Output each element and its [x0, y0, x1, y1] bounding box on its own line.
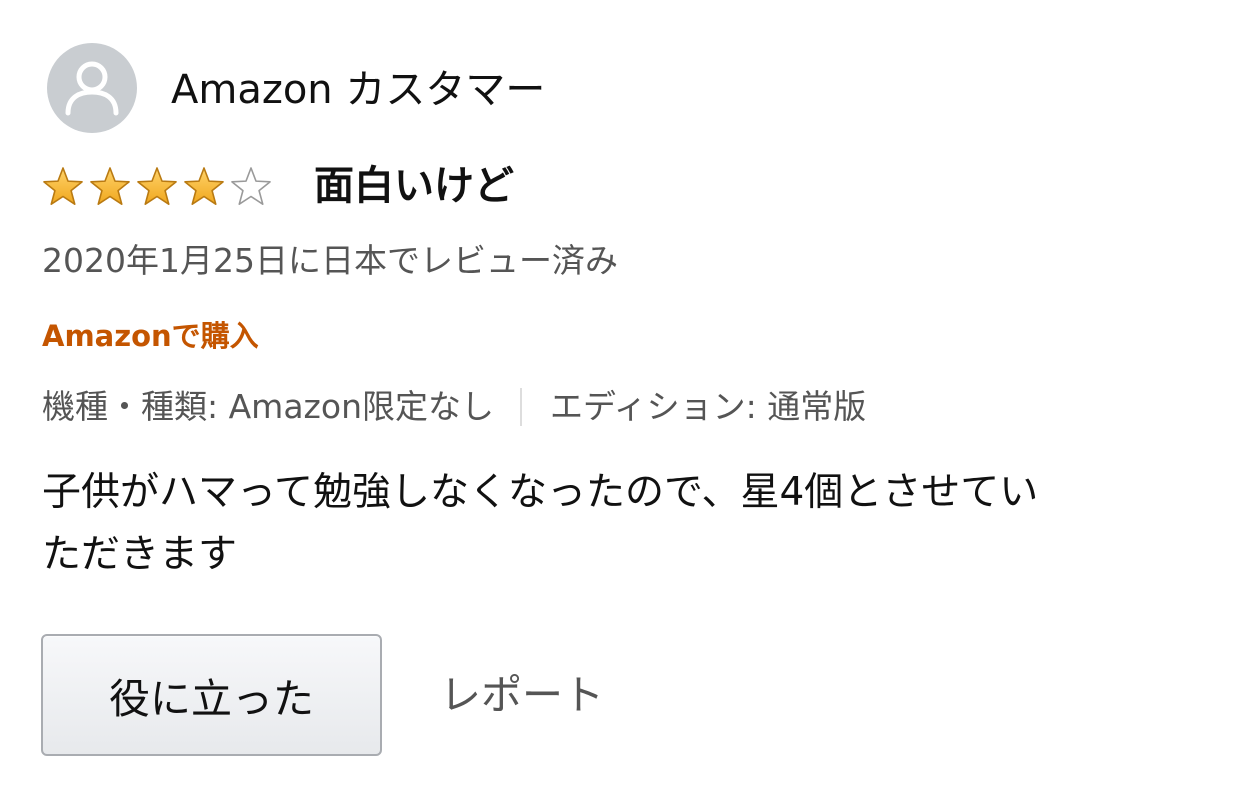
verified-purchase-badge: Amazonで購入 — [42, 319, 259, 353]
report-link[interactable]: レポート — [440, 666, 604, 724]
star-rating — [40, 165, 274, 209]
star-filled-icon — [184, 167, 224, 205]
helpful-button[interactable]: 役に立った — [41, 634, 382, 756]
variant-divider — [519, 388, 522, 426]
user-avatar-icon — [47, 43, 137, 133]
star-filled-icon — [90, 167, 130, 205]
review-title[interactable]: 面白いけど — [314, 158, 514, 214]
reviewer-name: Amazon カスタマー — [171, 67, 546, 113]
variant-model[interactable]: 機種・種類: Amazon限定なし — [42, 382, 494, 432]
review-body: 子供がハマって勉強しなくなったので、星4個とさせてい ただきます — [42, 462, 1212, 586]
star-empty-icon — [231, 167, 271, 205]
variant-edition[interactable]: エディション: 通常版 — [550, 382, 866, 432]
customer-review: Amazon カスタマー 面白いけど 2020年1月25日に日本でレビュー済み … — [0, 0, 1241, 803]
review-body-line: ただきます — [42, 532, 238, 577]
product-variant-info: 機種・種類: Amazon限定なし エディション: 通常版 — [42, 382, 866, 432]
star-filled-icon — [137, 167, 177, 205]
star-filled-icon — [43, 167, 83, 205]
review-date: 2020年1月25日に日本でレビュー済み — [42, 241, 618, 280]
review-body-line: 子供がハマって勉強しなくなったので、星4個とさせてい — [42, 470, 1039, 515]
